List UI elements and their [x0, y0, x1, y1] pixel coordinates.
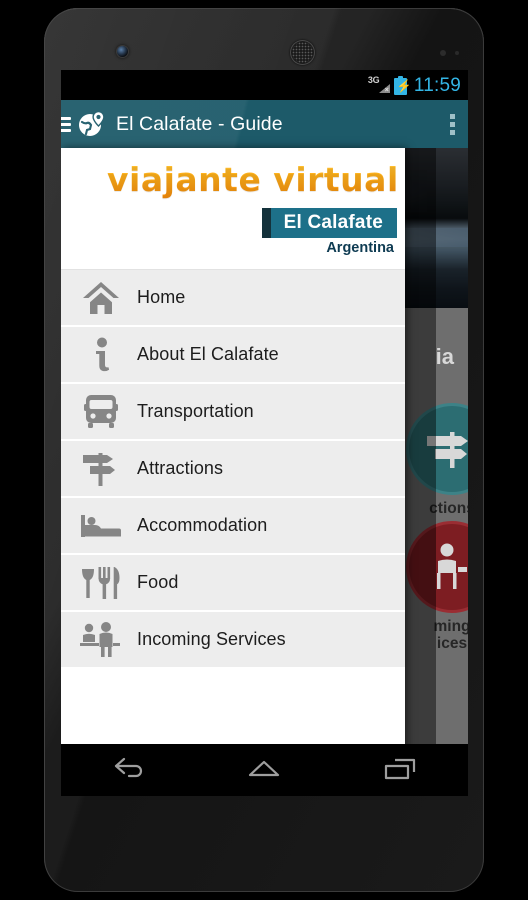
country-name: Argentina	[326, 240, 394, 256]
no-service-x-icon: ×	[384, 87, 389, 94]
nav-home-button[interactable]	[229, 744, 299, 796]
light-sensor	[455, 51, 459, 55]
city-name: El Calafate	[283, 212, 383, 233]
bed-icon	[75, 506, 127, 546]
battery-charging-icon: ⚡	[393, 75, 412, 95]
sidebar-item-incoming-services-label: Incoming Services	[137, 629, 286, 649]
sidebar-item-home-label: Home	[137, 287, 186, 307]
hamburger-menu-icon[interactable]	[61, 116, 71, 132]
android-nav-bar	[61, 744, 468, 796]
network-type-label: 3G	[367, 75, 380, 85]
phone-screen: 3G × ⚡ 11:59 El Calafate - Guide ia ctio…	[61, 70, 468, 796]
nav-back-button[interactable]	[94, 744, 164, 796]
brand-wordmark: viajante virtual	[107, 160, 399, 199]
signpost-icon	[75, 449, 127, 489]
signal-strength-icon: 3G ×	[368, 76, 391, 94]
proximity-sensor	[440, 50, 446, 56]
front-camera	[117, 46, 128, 57]
tile-incoming-services-label: ming ices	[433, 618, 468, 652]
bus-icon	[75, 392, 127, 432]
sidebar-item-attractions[interactable]: Attractions	[61, 441, 405, 498]
sidebar-item-transportation[interactable]: Transportation	[61, 384, 405, 441]
sidebar-item-food-label: Food	[137, 572, 179, 592]
people-icon	[75, 620, 127, 660]
sidebar-item-food[interactable]: Food	[61, 555, 405, 612]
drawer-menu-list: Home About El Calafate Transportation At…	[61, 270, 405, 747]
city-badge: El Calafate	[261, 208, 397, 238]
info-icon	[75, 335, 127, 375]
earpiece-speaker	[290, 40, 315, 65]
navigation-drawer: viajante virtual El Calafate Argentina H…	[61, 148, 405, 796]
status-bar-clock: 11:59	[413, 74, 461, 96]
sidebar-item-incoming-services[interactable]: Incoming Services	[61, 612, 405, 669]
globe-location-pin-icon	[77, 109, 107, 139]
drawer-empty-space	[61, 669, 405, 747]
sidebar-item-home[interactable]: Home	[61, 270, 405, 327]
status-bar: 3G × ⚡ 11:59	[61, 70, 468, 100]
sidebar-item-about-label: About El Calafate	[137, 344, 279, 364]
sidebar-item-about[interactable]: About El Calafate	[61, 327, 405, 384]
sidebar-item-attractions-label: Attractions	[137, 458, 224, 478]
nav-recents-button[interactable]	[365, 744, 435, 796]
sidebar-item-accommodation-label: Accommodation	[137, 515, 268, 535]
drawer-header: viajante virtual El Calafate Argentina	[61, 148, 405, 270]
home-icon	[75, 278, 127, 318]
overflow-menu-icon[interactable]	[450, 113, 455, 135]
cutlery-icon	[75, 563, 127, 603]
app-bar: El Calafate - Guide	[61, 100, 468, 148]
charging-bolt-icon: ⚡	[396, 78, 412, 93]
app-bar-title: El Calafate - Guide	[116, 112, 283, 135]
sidebar-item-transportation-label: Transportation	[137, 401, 254, 421]
sidebar-item-accommodation[interactable]: Accommodation	[61, 498, 405, 555]
